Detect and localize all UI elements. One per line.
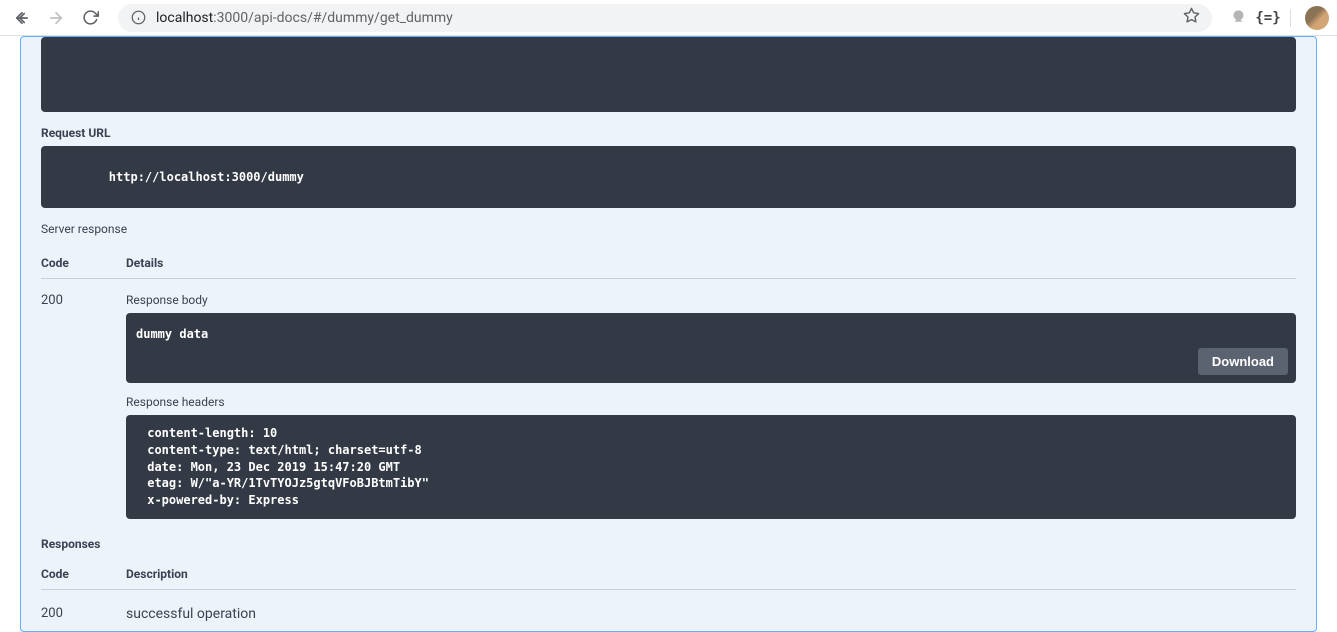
responses-code: 200 [41,606,126,622]
responses-row: 200 successful operation [41,590,1296,632]
bookmark-star-icon[interactable] [1183,7,1200,28]
response-status-code: 200 [41,293,126,519]
toolbar-divider [1290,9,1291,27]
request-url-block: http://localhost:3000/dummy [41,146,1296,208]
request-url-value: http://localhost:3000/dummy [109,170,304,184]
response-body-block: dummy data Download [126,313,1296,383]
response-headers-label: Response headers [126,395,1296,409]
swagger-operation-panel: Request URL http://localhost:3000/dummy … [20,36,1317,632]
address-bar[interactable]: localhost:3000/api-docs/#/dummy/get_dumm… [118,4,1212,32]
download-button[interactable]: Download [1198,348,1288,375]
reload-button[interactable] [76,4,104,32]
code-column-header: Code [41,256,126,270]
response-headers-block: content-length: 10 content-type: text/ht… [126,415,1296,519]
extension-icon-2[interactable]: {=} [1256,6,1280,30]
server-response-label: Server response [41,222,1296,236]
response-body-label: Response body [126,293,1296,307]
responses-table-header: Code Description [41,557,1296,590]
browser-toolbar: localhost:3000/api-docs/#/dummy/get_dumm… [0,0,1337,36]
curl-block [41,37,1296,112]
responses-code-header: Code [41,567,126,581]
site-info-icon[interactable] [130,10,146,26]
back-button[interactable] [8,4,36,32]
page-content: Request URL http://localhost:3000/dummy … [0,36,1337,632]
responses-label: Responses [41,537,1296,551]
profile-avatar[interactable] [1305,6,1329,30]
responses-description-header: Description [126,567,1296,581]
response-body-text: dummy data [136,327,208,341]
forward-button[interactable] [42,4,70,32]
extension-icon-1[interactable] [1226,6,1250,30]
url-text: localhost:3000/api-docs/#/dummy/get_dumm… [156,10,1173,26]
responses-description: successful operation [126,606,256,622]
server-response-row: 200 Response body dummy data Download Re… [41,279,1296,523]
details-column-header: Details [126,256,1296,270]
response-headers-text: content-length: 10 content-type: text/ht… [140,426,436,507]
request-url-label: Request URL [41,126,1296,140]
server-response-table-header: Code Details [41,246,1296,279]
